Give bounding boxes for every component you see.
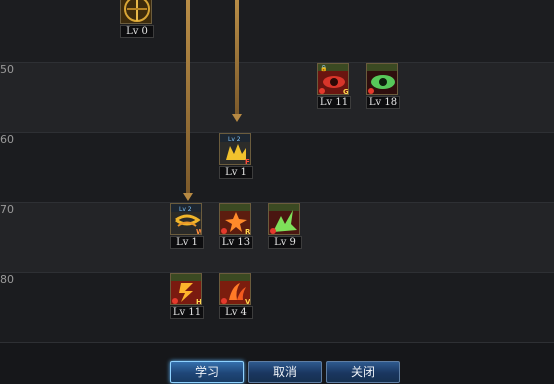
skill-level-label: Lv 18 — [366, 96, 400, 109]
close-button[interactable]: 关闭 — [326, 361, 400, 383]
red-bolt-icon: H — [170, 273, 202, 305]
svg-text:F: F — [245, 158, 250, 165]
green-slash-icon — [268, 203, 300, 235]
skill-fire-blast[interactable]: R Lv 13 — [219, 203, 253, 249]
skill-green-eye[interactable]: Lv 18 — [366, 63, 400, 109]
arrowhead-icon — [232, 114, 242, 122]
svg-text:V: V — [245, 298, 251, 305]
level-marker-50: 50 — [0, 63, 14, 76]
gold-swirl-icon: Lv 2 W — [170, 203, 202, 235]
svg-text:H: H — [196, 298, 202, 305]
green-eye-icon — [366, 63, 398, 95]
skill-red-bolt[interactable]: H Lv 11 — [170, 273, 204, 319]
level-band-50 — [0, 62, 554, 132]
skill-yellow-burst[interactable]: Lv 2 F Lv 1 — [219, 133, 253, 179]
skill-top[interactable]: Lv 0 — [120, 0, 154, 38]
skill-red-eye[interactable]: 🔒 G Lv 11 — [317, 63, 351, 109]
level-marker-80: 80 — [0, 273, 14, 286]
svg-text:W: W — [196, 228, 202, 235]
level-marker-70: 70 — [0, 203, 14, 216]
skill-level-label: Lv 11 — [317, 96, 351, 109]
prerequisite-arrow — [186, 0, 190, 194]
svg-text:R: R — [245, 228, 251, 235]
divider — [0, 342, 554, 343]
level-band-top — [0, 0, 554, 62]
prerequisite-arrow — [235, 0, 239, 115]
skill-level-label: Lv 4 — [219, 306, 253, 319]
skill-level-label: Lv 1 — [170, 236, 204, 249]
svg-text:Lv 2: Lv 2 — [179, 206, 192, 213]
skill-level-label: Lv 9 — [268, 236, 302, 249]
level-band-80 — [0, 272, 554, 342]
svg-text:🔒: 🔒 — [320, 64, 327, 72]
svg-text:Lv 2: Lv 2 — [228, 136, 241, 143]
yellow-burst-icon: Lv 2 F — [219, 133, 251, 165]
divider — [0, 62, 554, 63]
red-claw-icon: V — [219, 273, 251, 305]
red-eye-icon: 🔒 G — [317, 63, 349, 95]
skill-green-slash[interactable]: Lv 9 — [268, 203, 302, 249]
level-band-60 — [0, 132, 554, 202]
golden-sigil-icon — [120, 0, 152, 24]
fire-blast-icon: R — [219, 203, 251, 235]
cancel-button[interactable]: 取消 — [248, 361, 322, 383]
divider — [0, 272, 554, 273]
skill-level-label: Lv 0 — [120, 25, 154, 38]
learn-button[interactable]: 学习 — [170, 361, 244, 383]
skill-level-label: Lv 1 — [219, 166, 253, 179]
level-marker-60: 60 — [0, 133, 14, 146]
arrowhead-icon — [183, 193, 193, 201]
skill-level-label: Lv 13 — [219, 236, 253, 249]
skill-level-label: Lv 11 — [170, 306, 204, 319]
skill-red-claw[interactable]: V Lv 4 — [219, 273, 253, 319]
skill-gold-swirl[interactable]: Lv 2 W Lv 1 — [170, 203, 204, 249]
svg-text:G: G — [343, 88, 349, 95]
divider — [0, 132, 554, 133]
